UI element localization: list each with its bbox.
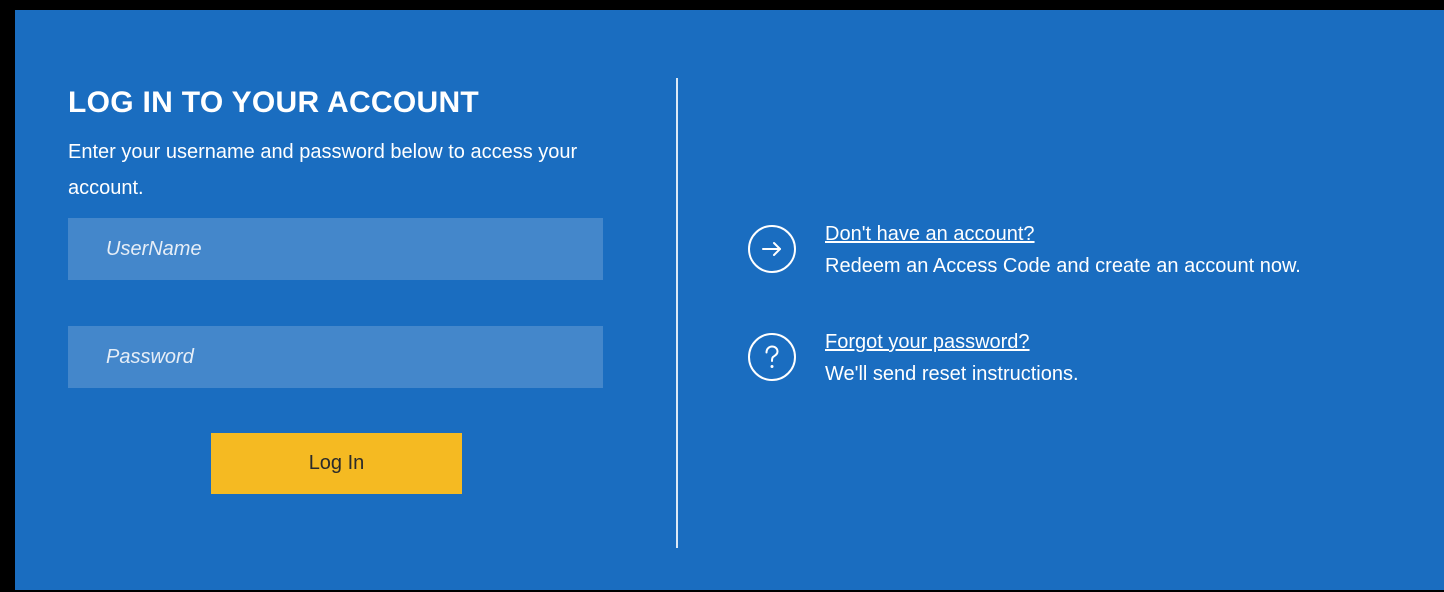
forgot-password-link[interactable]: Forgot your password? <box>825 329 1030 355</box>
username-input[interactable] <box>68 218 603 280</box>
page-title: LOG IN TO YOUR ACCOUNT <box>68 86 480 119</box>
arrow-right-circle-icon[interactable] <box>748 225 796 273</box>
create-account-description: Redeem an Access Code and create an acco… <box>825 255 1301 277</box>
question-circle-icon[interactable] <box>748 333 796 381</box>
vertical-divider <box>676 78 678 548</box>
page-subtitle: Enter your username and password below t… <box>68 141 578 199</box>
login-panel: LOG IN TO YOUR ACCOUNT Enter your userna… <box>15 10 1444 590</box>
forgot-password-description: We'll send reset instructions. <box>825 363 1079 385</box>
create-account-link[interactable]: Don't have an account? <box>825 221 1035 247</box>
login-button[interactable]: Log In <box>211 433 462 494</box>
password-input[interactable] <box>68 326 603 388</box>
